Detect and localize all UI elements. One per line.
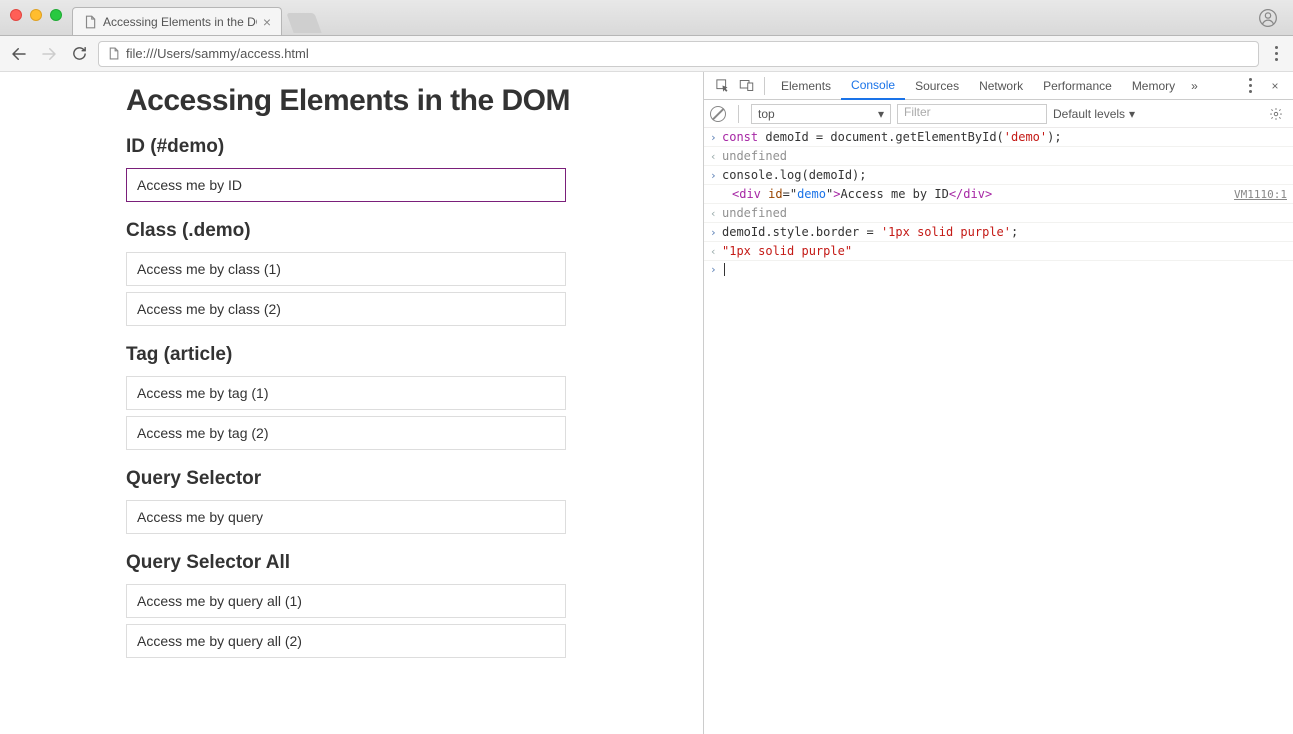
filter-input[interactable]: Filter — [897, 104, 1047, 124]
devtools-tab-elements[interactable]: Elements — [771, 72, 841, 100]
close-window-button[interactable] — [10, 9, 22, 21]
browser-tabs: Accessing Elements in the DOM × — [72, 0, 318, 35]
arrow-left-icon — [10, 45, 28, 63]
demo-box-class: Access me by class (1) — [126, 252, 566, 286]
console-output[interactable]: › const demoId = document.getElementById… — [704, 128, 1293, 734]
more-tabs-button[interactable]: » — [1185, 79, 1204, 93]
close-tab-icon[interactable]: × — [263, 15, 271, 29]
console-input-line: › console.log(demoId); — [704, 166, 1293, 185]
demo-box-query: Access me by query — [126, 500, 566, 534]
user-icon — [1258, 8, 1278, 28]
new-tab-button[interactable] — [286, 13, 321, 33]
forward-button[interactable] — [38, 43, 60, 65]
console-toolbar: top ▾ Filter Default levels ▾ — [704, 100, 1293, 128]
close-devtools-button[interactable]: × — [1263, 79, 1287, 93]
console-output-line: ‹ "1px solid purple" — [704, 242, 1293, 261]
output-arrow-icon: ‹ — [710, 245, 722, 258]
reload-button[interactable] — [68, 43, 90, 65]
demo-box-tag: Access me by tag (1) — [126, 376, 566, 410]
demo-box-tag: Access me by tag (2) — [126, 416, 566, 450]
window-controls — [0, 9, 72, 35]
log-levels-label: Default levels — [1053, 107, 1125, 121]
devtools-tab-performance[interactable]: Performance — [1033, 72, 1122, 100]
section-heading-class: Class (.demo) — [126, 220, 683, 242]
input-arrow-icon: › — [710, 169, 722, 182]
file-icon — [107, 47, 120, 60]
inspect-element-button[interactable] — [710, 74, 734, 98]
gear-icon — [1269, 107, 1283, 121]
file-icon — [83, 15, 97, 29]
chevron-down-icon: ▾ — [878, 107, 884, 121]
demo-box-class: Access me by class (2) — [126, 292, 566, 326]
section-heading-tag: Tag (article) — [126, 344, 683, 366]
console-input-line: › demoId.style.border = '1px solid purpl… — [704, 223, 1293, 242]
input-arrow-icon: › — [710, 263, 722, 276]
console-settings-button[interactable] — [1265, 107, 1287, 121]
reload-icon — [71, 45, 88, 62]
demo-box-queryall: Access me by query all (1) — [126, 584, 566, 618]
profile-button[interactable] — [1257, 7, 1279, 29]
inspect-icon — [715, 78, 730, 93]
viewport: Accessing Elements in the DOM ID (#demo)… — [0, 72, 1293, 734]
devtools-tab-memory[interactable]: Memory — [1122, 72, 1185, 100]
page-title: Accessing Elements in the DOM — [126, 84, 683, 118]
page-content: Accessing Elements in the DOM ID (#demo)… — [0, 72, 703, 734]
devtools-tabs: Elements Console Sources Network Perform… — [704, 72, 1293, 100]
section-heading-id: ID (#demo) — [126, 136, 683, 158]
context-select-value: top — [758, 107, 775, 121]
section-heading-queryall: Query Selector All — [126, 552, 683, 574]
output-arrow-icon: ‹ — [710, 207, 722, 220]
chevron-down-icon: ▾ — [1129, 107, 1135, 121]
demo-box-queryall: Access me by query all (2) — [126, 624, 566, 658]
console-output-line: ‹ undefined — [704, 147, 1293, 166]
back-button[interactable] — [8, 43, 30, 65]
devtools-tab-sources[interactable]: Sources — [905, 72, 969, 100]
minimize-window-button[interactable] — [30, 9, 42, 21]
zoom-window-button[interactable] — [50, 9, 62, 21]
text-cursor — [724, 263, 725, 276]
input-arrow-icon: › — [710, 226, 722, 239]
url-text: file:///Users/sammy/access.html — [126, 46, 309, 61]
device-toolbar-button[interactable] — [734, 74, 758, 98]
section-heading-query: Query Selector — [126, 468, 683, 490]
console-input-line: › const demoId = document.getElementById… — [704, 128, 1293, 147]
context-select[interactable]: top ▾ — [751, 104, 891, 124]
devtools-tab-network[interactable]: Network — [969, 72, 1033, 100]
input-arrow-icon: › — [710, 131, 722, 144]
browser-toolbar: file:///Users/sammy/access.html — [0, 36, 1293, 72]
output-arrow-icon: ‹ — [710, 150, 722, 163]
devtools-panel: Elements Console Sources Network Perform… — [703, 72, 1293, 734]
clear-console-button[interactable] — [710, 106, 726, 122]
console-prompt[interactable]: › — [704, 261, 1293, 278]
tab-title: Accessing Elements in the DOM — [103, 15, 257, 29]
source-link[interactable]: VM1110:1 — [1234, 188, 1287, 201]
demo-box-id: Access me by ID — [126, 168, 566, 202]
console-log-line: <div id="demo">Access me by ID</div> VM1… — [704, 185, 1293, 204]
address-bar[interactable]: file:///Users/sammy/access.html — [98, 41, 1259, 67]
log-levels-select[interactable]: Default levels ▾ — [1053, 107, 1135, 121]
browser-tab[interactable]: Accessing Elements in the DOM × — [72, 7, 282, 35]
console-output-line: ‹ undefined — [704, 204, 1293, 223]
window-titlebar: Accessing Elements in the DOM × — [0, 0, 1293, 36]
browser-menu-button[interactable] — [1267, 45, 1285, 63]
responsive-icon — [739, 78, 754, 93]
devtools-menu-button[interactable] — [1241, 77, 1259, 95]
devtools-tab-console[interactable]: Console — [841, 72, 905, 100]
arrow-right-icon — [40, 45, 58, 63]
